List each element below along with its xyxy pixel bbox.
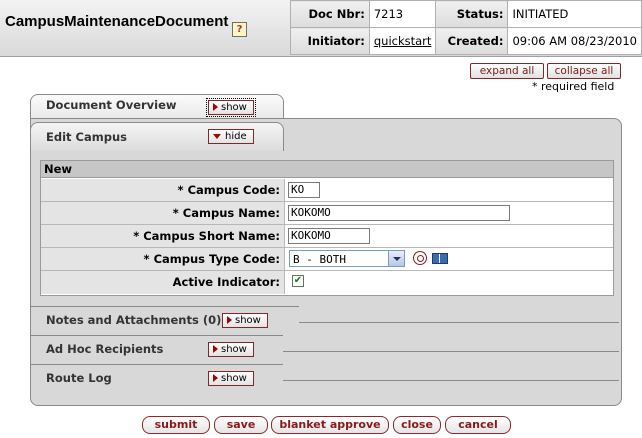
doc-nbr-label: Doc Nbr: <box>290 0 370 28</box>
required-field-note: * required field <box>532 80 615 93</box>
campus-name-input[interactable]: KOKOMO <box>288 205 510 221</box>
blanket-approve-button[interactable]: blanket approve <box>271 416 389 434</box>
field-row-campus-type-code: * Campus Type Code: B - BOTH <box>41 248 613 271</box>
active-indicator-checkbox[interactable]: ✔ <box>292 275 304 287</box>
field-row-campus-name: * Campus Name: KOKOMO <box>41 202 613 225</box>
edit-campus-section: New * Campus Code: KO * Campus Name: KOK… <box>40 160 614 296</box>
cancel-button[interactable]: cancel <box>445 416 511 434</box>
created-value: 09:06 AM 08/23/2010 <box>507 27 642 55</box>
help-icon[interactable]: ? <box>232 22 247 37</box>
status-value: INITIATED <box>507 0 642 28</box>
document-title: CampusMaintenanceDocument <box>5 13 229 30</box>
campus-short-name-input[interactable]: KOKOMO <box>288 228 370 244</box>
toggle-label: show <box>221 344 247 355</box>
section-header-new: New <box>41 161 613 178</box>
toggle-label: show <box>221 102 247 113</box>
toggle-label: hide <box>225 131 247 142</box>
expand-arrow-icon <box>213 374 218 382</box>
document-header: CampusMaintenanceDocument ? Doc Nbr: 721… <box>0 0 642 57</box>
toggle-label: show <box>221 373 247 384</box>
initiator-link[interactable]: quickstart <box>374 34 432 48</box>
document-info-table: Doc Nbr: 7213 Status: INITIATED Initiato… <box>290 0 642 55</box>
dropdown-arrow-icon[interactable] <box>388 251 404 266</box>
created-label: Created: <box>435 27 509 55</box>
edit-campus-hide-button[interactable]: hide <box>208 129 254 144</box>
expand-arrow-icon <box>213 345 218 353</box>
field-row-active-indicator: Active Indicator: ✔ <box>41 271 613 294</box>
tab-document-overview-label: Document Overview <box>46 98 177 112</box>
campus-type-code-value: B - BOTH <box>293 253 346 266</box>
doc-nbr-value: 7213 <box>368 0 437 28</box>
active-indicator-label: Active Indicator: <box>41 271 285 294</box>
campus-type-code-select[interactable]: B - BOTH <box>289 250 405 267</box>
collapse-all-button[interactable]: collapse all <box>547 63 621 79</box>
save-button[interactable]: save <box>214 416 268 434</box>
expand-arrow-icon <box>227 316 232 324</box>
campus-short-name-label: * Campus Short Name: <box>41 225 285 247</box>
tab-route-log-label: Route Log <box>46 371 112 385</box>
lookup-search-icon[interactable] <box>413 251 427 265</box>
tab-edit-campus-label: Edit Campus <box>46 130 127 144</box>
route-log-show-button[interactable]: show <box>208 371 254 386</box>
submit-button[interactable]: submit <box>142 416 210 434</box>
campus-name-label: * Campus Name: <box>41 202 285 224</box>
field-row-campus-code: * Campus Code: KO <box>41 179 613 202</box>
ad-hoc-recipients-show-button[interactable]: show <box>208 342 254 357</box>
tab-ad-hoc-recipients-label: Ad Hoc Recipients <box>46 342 164 356</box>
collapse-arrow-icon <box>213 134 221 139</box>
campus-type-code-label: * Campus Type Code: <box>41 248 285 270</box>
campus-code-input[interactable]: KO <box>288 182 320 198</box>
expand-arrow-icon <box>213 103 218 111</box>
campus-code-label: * Campus Code: <box>41 179 285 201</box>
field-row-campus-short-name: * Campus Short Name: KOKOMO <box>41 225 613 248</box>
initiator-label: Initiator: <box>290 27 370 55</box>
document-overview-show-button[interactable]: show <box>206 98 256 117</box>
inquiry-book-icon[interactable] <box>432 253 448 264</box>
status-label: Status: <box>435 0 509 28</box>
close-button[interactable]: close <box>393 416 441 434</box>
tab-notes-attachments-label: Notes and Attachments (0) <box>46 313 222 327</box>
notes-attachments-show-button[interactable]: show <box>222 313 268 328</box>
toggle-label: show <box>235 315 261 326</box>
expand-all-button[interactable]: expand all <box>470 63 544 79</box>
